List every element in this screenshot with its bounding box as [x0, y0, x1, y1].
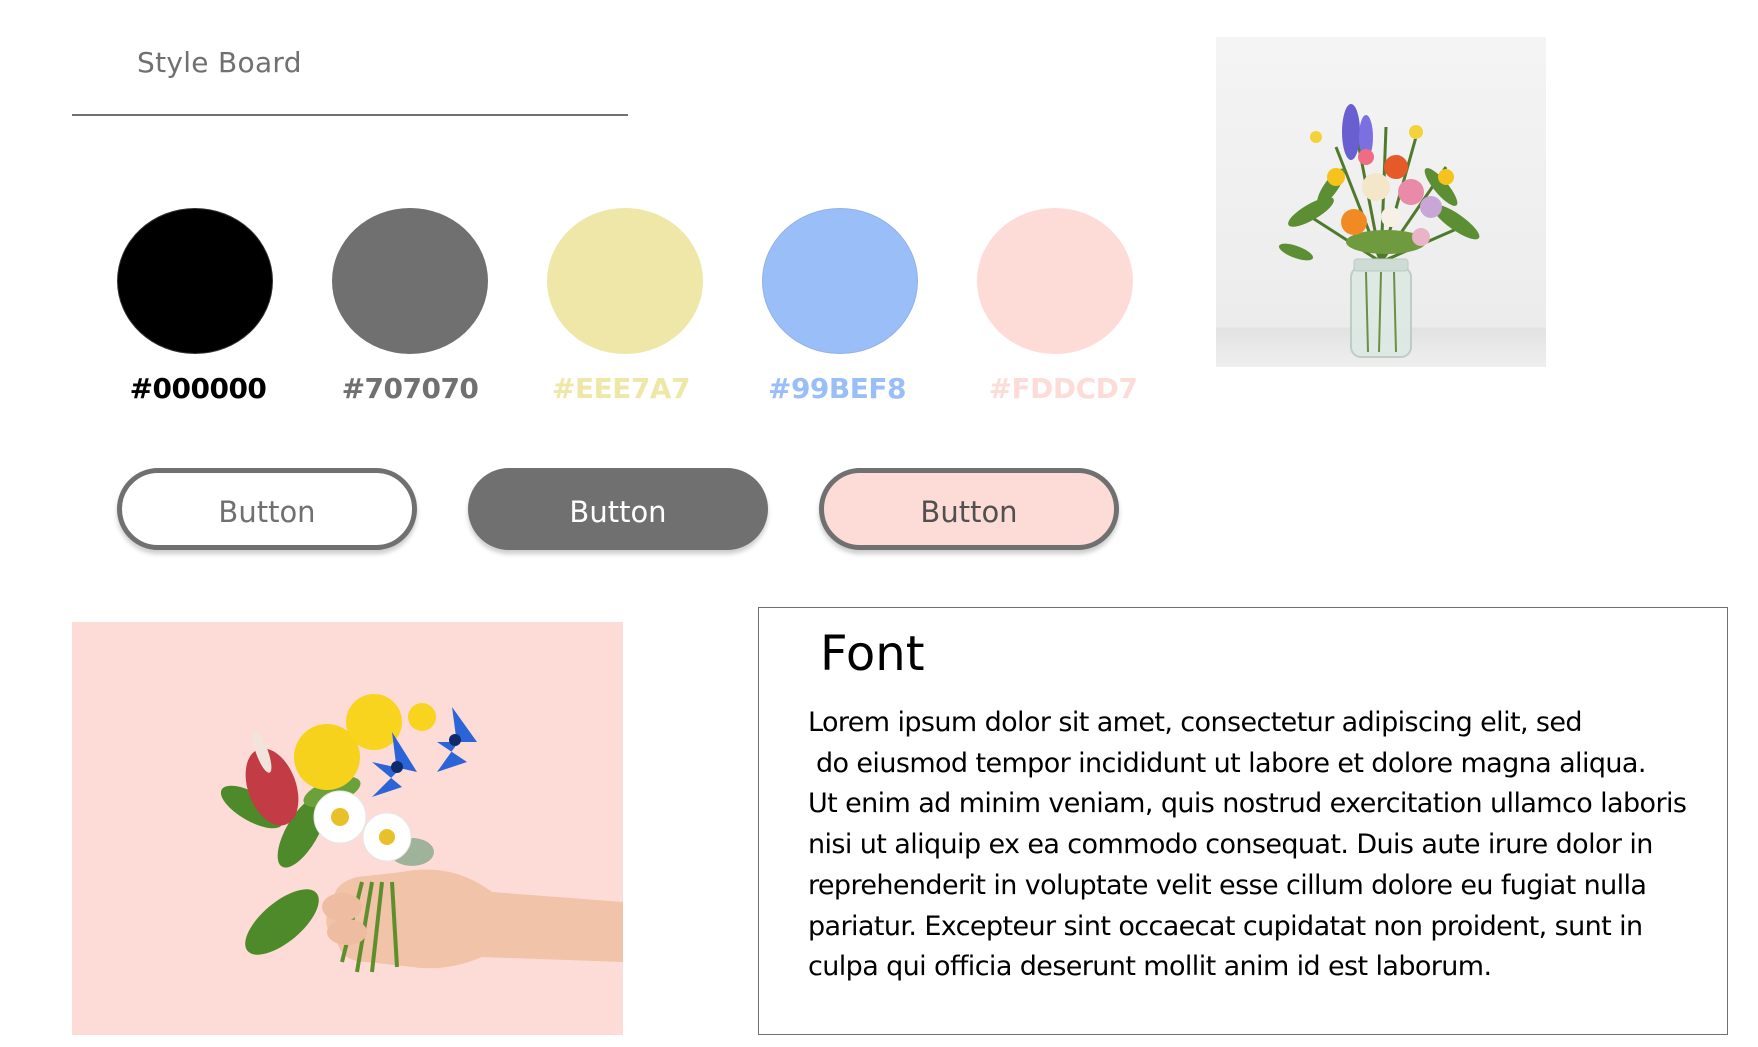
pink-button[interactable]: Button — [819, 468, 1119, 550]
filled-gray-button[interactable]: Button — [468, 468, 768, 550]
color-swatch-blue — [762, 208, 918, 354]
outline-button[interactable]: Button — [117, 468, 417, 550]
hex-label-pink: #FDDCD7 — [988, 372, 1138, 405]
color-swatch-yellow — [547, 208, 703, 354]
hand-holding-flowers-photo — [72, 622, 623, 1035]
color-swatch-gray — [332, 208, 488, 354]
title-divider — [72, 114, 628, 116]
flower-vase-photo — [1216, 37, 1546, 367]
hex-label-yellow: #EEE7A7 — [552, 372, 690, 405]
font-heading: Font — [820, 626, 925, 682]
bouquet-vase-illustration — [1278, 104, 1480, 358]
font-sample-line: pariatur. Excepteur sint occaecat cupida… — [808, 910, 1643, 942]
hex-label-blue: #99BEF8 — [767, 372, 907, 405]
font-sample-card: Font Lorem ipsum dolor sit amet, consect… — [758, 607, 1728, 1035]
hex-label-black: #000000 — [129, 372, 267, 405]
font-sample-line: do eiusmod tempor incididunt ut labore e… — [808, 747, 1646, 779]
font-sample-line: nisi ut aliquip ex ea commodo consequat.… — [808, 829, 1653, 861]
hand-bouquet-illustration — [220, 694, 623, 973]
hex-label-gray: #707070 — [341, 372, 479, 405]
color-swatch-black — [117, 208, 273, 354]
font-sample-line: reprehenderit in voluptate velit esse ci… — [808, 869, 1647, 901]
font-sample-line: culpa qui officia deserunt mollit anim i… — [808, 951, 1492, 983]
board-title: Style Board — [137, 46, 302, 79]
font-sample-paragraph: Lorem ipsum dolor sit amet, consectetur … — [808, 703, 1708, 988]
font-sample-line: Lorem ipsum dolor sit amet, consectetur … — [808, 707, 1583, 738]
color-swatch-pink — [977, 208, 1133, 354]
font-sample-line: Ut enim ad minim veniam, quis nostrud ex… — [808, 788, 1687, 820]
